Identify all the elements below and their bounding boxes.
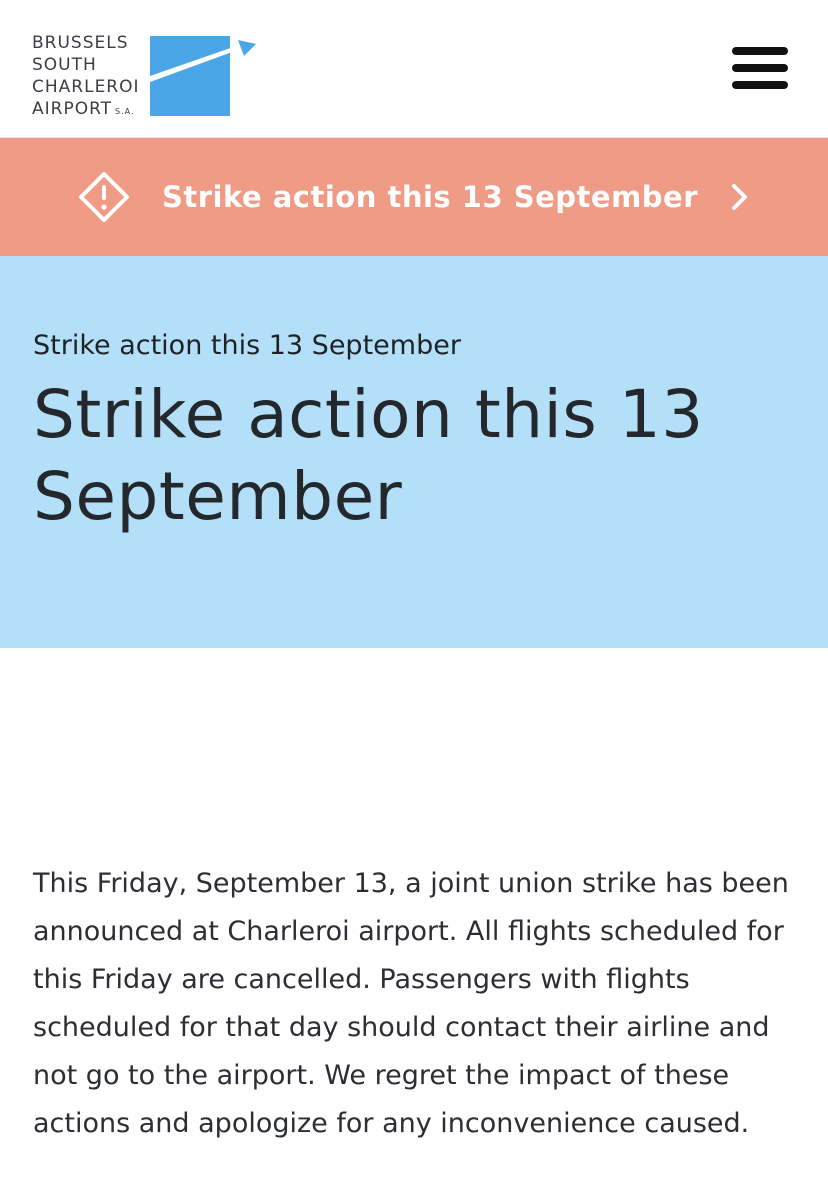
- article-body: This Friday, September 13, a joint union…: [0, 648, 828, 1148]
- menu-bar: [732, 64, 788, 72]
- page-title: Strike action this 13 September: [33, 376, 704, 535]
- alert-content: Strike action this 13 September: [78, 171, 750, 223]
- airport-logo[interactable]: BRUSSELS SOUTH CHARLEROI AIRPORT S.A.: [32, 32, 262, 119]
- logo-line-1: BRUSSELS: [32, 33, 129, 53]
- logo-wordmark: BRUSSELS SOUTH CHARLEROI AIRPORT S.A.: [32, 32, 140, 123]
- menu-bar: [732, 81, 788, 89]
- warning-diamond-icon: [78, 172, 129, 222]
- logo-line-4: AIRPORT S.A.: [32, 99, 135, 119]
- page-hero: Strike action this 13 September Strike a…: [0, 256, 828, 648]
- alert-banner-text: Strike action this 13 September: [161, 180, 699, 214]
- logo-line-2: SOUTH: [32, 55, 97, 75]
- hamburger-menu-icon[interactable]: [732, 47, 788, 89]
- menu-bar: [732, 47, 788, 55]
- logo-plane-mark-icon: [150, 36, 256, 116]
- logo-line-3: CHARLEROI: [32, 77, 140, 97]
- logo-suffix: S.A.: [115, 107, 135, 116]
- site-header: BRUSSELS SOUTH CHARLEROI AIRPORT S.A.: [0, 0, 828, 138]
- article-paragraph: This Friday, September 13, a joint union…: [33, 868, 789, 1139]
- breadcrumb: Strike action this 13 September: [33, 330, 461, 361]
- strike-alert-banner[interactable]: Strike action this 13 September: [0, 138, 828, 256]
- chevron-right-icon: [732, 184, 748, 210]
